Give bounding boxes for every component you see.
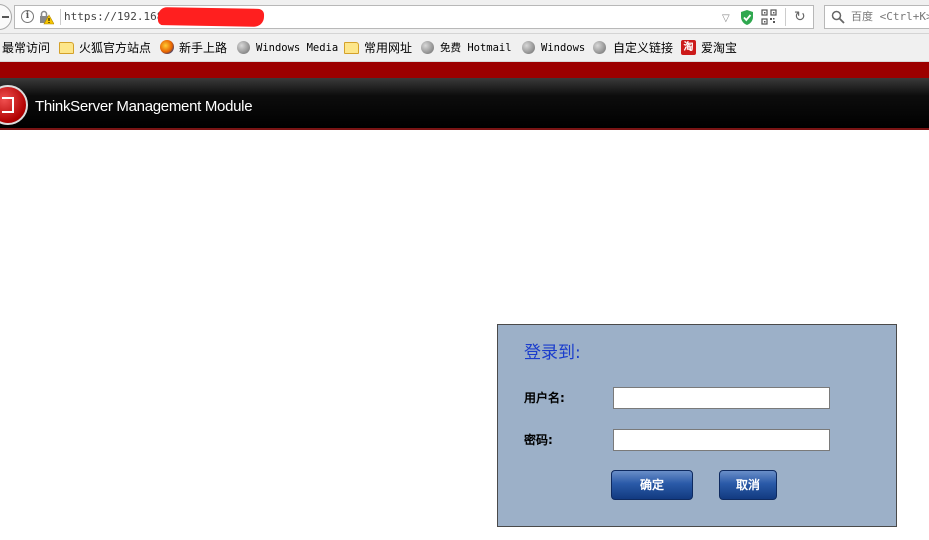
- globe-icon: [237, 41, 250, 54]
- bookmark-windows-media[interactable]: Windows Media: [256, 39, 338, 57]
- bookmark-common-sites[interactable]: 常用网址: [364, 39, 412, 57]
- bookmark-windows[interactable]: Windows: [541, 39, 585, 57]
- globe-icon: [421, 41, 434, 54]
- globe-icon: [522, 41, 535, 54]
- username-field[interactable]: [613, 387, 830, 409]
- url-dropdown-icon[interactable]: ▽: [722, 13, 730, 24]
- search-bar[interactable]: 百度 <Ctrl+K>: [824, 5, 929, 29]
- taobao-icon: 淘: [681, 40, 696, 55]
- bookmark-getting-started[interactable]: 新手上路: [179, 39, 227, 57]
- password-field[interactable]: [613, 429, 830, 451]
- login-panel: 登录到: 用户名: 密码: 确定 取消: [497, 324, 897, 527]
- folder-icon: [344, 42, 359, 54]
- app-title: ThinkServer Management Module: [35, 98, 253, 115]
- url-divider: [785, 8, 786, 26]
- globe-icon: [593, 41, 606, 54]
- bookmark-ai-taobao[interactable]: 爱淘宝: [701, 39, 737, 57]
- url-text[interactable]: https://192.168.: [64, 10, 170, 24]
- qr-code-icon[interactable]: [761, 9, 777, 25]
- search-input[interactable]: 百度 <Ctrl+K>: [851, 10, 929, 24]
- bookmark-hotmail[interactable]: 免费 Hotmail: [440, 39, 512, 57]
- bookmarks-toolbar: 最常访问 火狐官方站点 新手上路 Windows Media 常用网址 免费 H…: [0, 34, 929, 62]
- login-heading: 登录到:: [524, 343, 581, 363]
- insecure-lock-icon[interactable]: [38, 9, 54, 25]
- app-header-underline: [0, 128, 929, 130]
- address-bar[interactable]: i https://192.168. ▽ ↻: [14, 5, 814, 29]
- password-label: 密码:: [524, 433, 553, 447]
- browser-navigation-bar: i https://192.168. ▽ ↻ 百度 <Ctrl+K>: [0, 0, 929, 34]
- url-divider: [60, 9, 61, 25]
- bookmark-most-visited[interactable]: 最常访问: [2, 39, 50, 57]
- url-redaction-mark: [157, 7, 265, 27]
- reload-icon[interactable]: ↻: [794, 10, 806, 24]
- info-icon[interactable]: i: [21, 10, 34, 23]
- ok-button[interactable]: 确定: [611, 470, 693, 500]
- firefox-icon: [160, 40, 174, 54]
- bookmark-custom-links[interactable]: 自定义链接: [613, 39, 673, 57]
- bookmark-firefox-site[interactable]: 火狐官方站点: [79, 39, 151, 57]
- folder-icon: [59, 42, 74, 54]
- security-shield-icon[interactable]: [739, 9, 755, 26]
- search-icon: [831, 10, 845, 24]
- top-red-bar: [0, 62, 929, 78]
- username-label: 用户名:: [524, 391, 565, 405]
- cancel-button[interactable]: 取消: [719, 470, 777, 500]
- back-button[interactable]: [0, 4, 12, 30]
